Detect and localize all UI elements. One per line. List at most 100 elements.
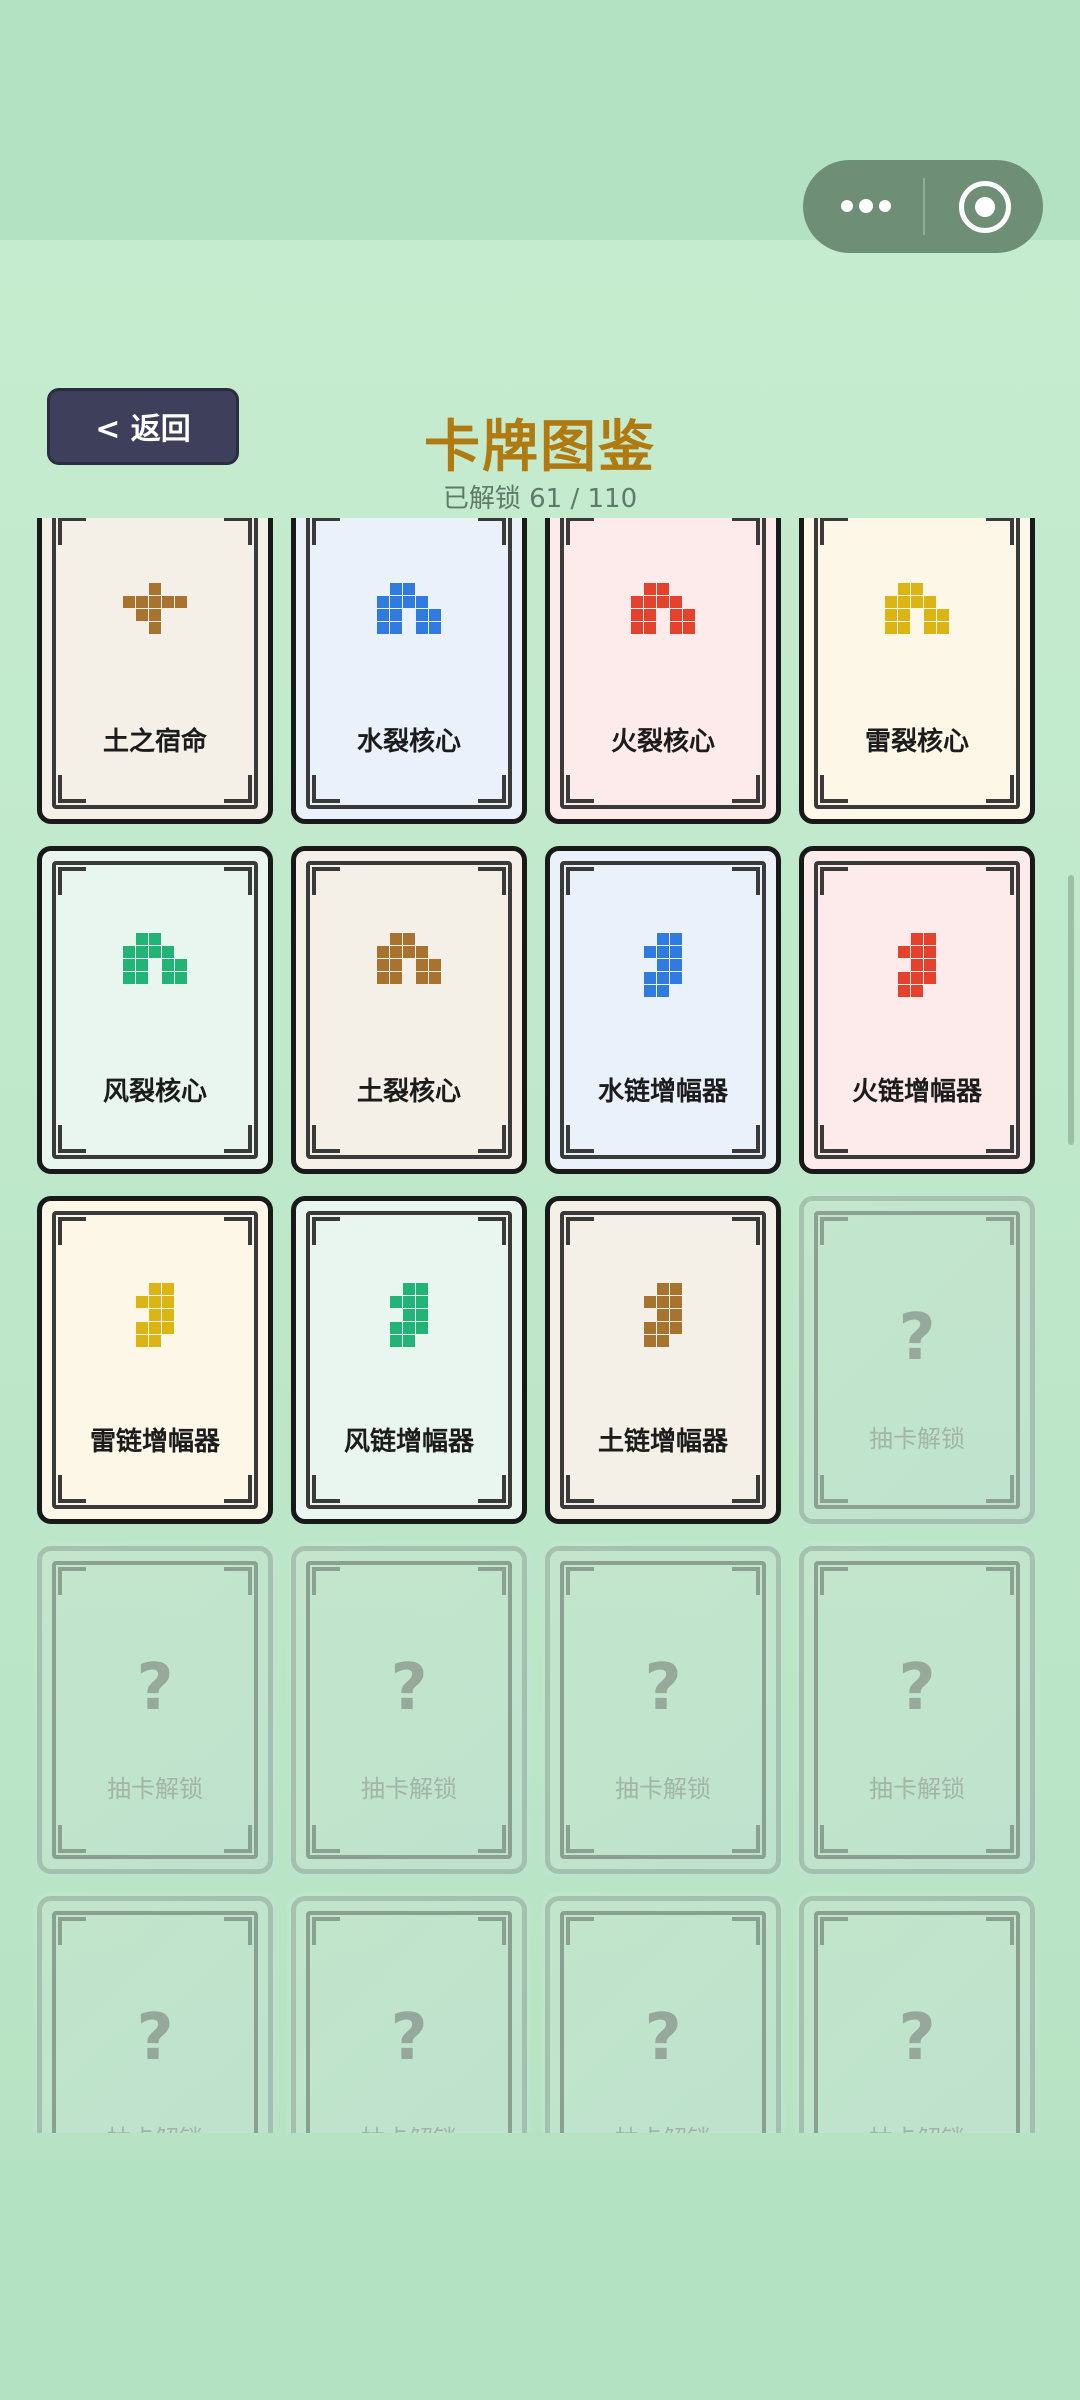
card-frame — [560, 1211, 766, 1509]
chain-amplifier-icon — [373, 1279, 445, 1351]
frame-corner-ornament — [312, 1217, 340, 1245]
card-name: 风链增幅器 — [343, 1427, 474, 1457]
card-name: 土之宿命 — [102, 727, 207, 757]
frame-corner-ornament — [312, 1567, 340, 1595]
frame-corner-ornament — [986, 867, 1014, 895]
card-unlocked[interactable]: 风裂核心 — [33, 842, 277, 1178]
locked-card-label: 抽卡解锁 — [869, 1425, 965, 1453]
frame-corner-ornament — [986, 1475, 1014, 1503]
locked-card-label: 抽卡解锁 — [296, 2119, 522, 2133]
frame-corner-ornament — [986, 1567, 1014, 1595]
scrollbar[interactable] — [1068, 875, 1074, 1145]
card-name: 火链增幅器 — [851, 1077, 982, 1107]
frame-corner-ornament — [478, 1825, 506, 1853]
card-grid-viewport[interactable]: 土之宿命 水裂核心 火裂核心 雷裂核心风裂核心 土裂核心 水链增幅器 火链增幅器雷链增幅器 风… — [0, 518, 1080, 2133]
card-frame — [52, 1211, 258, 1509]
frame-corner-ornament — [478, 1917, 506, 1945]
frame-corner-ornament — [732, 1125, 760, 1153]
card-unlocked[interactable]: 土之宿命 — [33, 518, 277, 828]
frame-corner-ornament — [224, 1125, 252, 1153]
question-mark-icon: ? — [390, 1651, 428, 1725]
frame-corner-ornament — [986, 1917, 1014, 1945]
frame-corner-ornament — [224, 1825, 252, 1853]
card-locked[interactable]: ? 抽卡解锁 — [795, 1192, 1039, 1528]
more-options-icon[interactable] — [835, 160, 895, 253]
frame-corner-ornament — [312, 518, 340, 545]
question-mark-icon: ? — [898, 1301, 936, 1375]
card-unlocked[interactable]: 土链增幅器 — [541, 1192, 785, 1528]
card-locked[interactable]: ? 抽卡解锁 — [541, 1542, 785, 1878]
card-locked[interactable]: ? 抽卡解锁 — [287, 1542, 531, 1878]
frame-corner-ornament — [312, 1917, 340, 1945]
frame-corner-ornament — [566, 1475, 594, 1503]
frame-corner-ornament — [478, 867, 506, 895]
card-name: 水裂核心 — [356, 727, 461, 757]
card-unlocked[interactable]: 土裂核心 — [287, 842, 531, 1178]
card-frame — [814, 518, 1020, 809]
frame-corner-ornament — [224, 867, 252, 895]
card-name: 火裂核心 — [610, 727, 715, 757]
frame-corner-ornament — [820, 1125, 848, 1153]
locked-card-label: 抽卡解锁 — [869, 1775, 965, 1803]
card-frame — [306, 1211, 512, 1509]
card-name: 雷裂核心 — [864, 727, 969, 757]
chain-amplifier-icon — [627, 1279, 699, 1351]
frame-corner-ornament — [312, 1475, 340, 1503]
frame-corner-ornament — [732, 1475, 760, 1503]
frame-corner-ornament — [820, 1917, 848, 1945]
split-core-icon — [373, 579, 445, 651]
locked-card-label: 抽卡解锁 — [804, 2119, 1030, 2133]
frame-corner-ornament — [224, 1917, 252, 1945]
card-locked[interactable]: ? 抽卡解锁 — [795, 1542, 1039, 1878]
locked-card-label: 抽卡解锁 — [550, 2119, 776, 2133]
card-frame — [814, 861, 1020, 1159]
card-unlocked[interactable]: 火链增幅器 — [795, 842, 1039, 1178]
card-name: 雷链增幅器 — [89, 1427, 220, 1457]
question-mark-icon: ? — [136, 1651, 174, 1725]
frame-corner-ornament — [224, 1567, 252, 1595]
question-mark-icon: ? — [136, 2001, 174, 2075]
card-locked[interactable]: ? 抽卡解锁 — [541, 1892, 785, 2133]
card-unlocked[interactable]: 雷链增幅器 — [33, 1192, 277, 1528]
frame-corner-ornament — [58, 1217, 86, 1245]
question-mark-icon: ? — [644, 1651, 682, 1725]
destiny-icon — [119, 579, 191, 651]
frame-corner-ornament — [820, 518, 848, 545]
card-unlocked[interactable]: 水裂核心 — [287, 518, 531, 828]
frame-corner-ornament — [312, 1125, 340, 1153]
card-locked[interactable]: ? 抽卡解锁 — [287, 1892, 531, 2133]
split-core-icon — [119, 929, 191, 1001]
question-mark-icon: ? — [898, 2001, 936, 2075]
frame-corner-ornament — [566, 1217, 594, 1245]
card-frame — [560, 518, 766, 809]
frame-corner-ornament — [312, 775, 340, 803]
question-mark-icon: ? — [644, 2001, 682, 2075]
frame-corner-ornament — [58, 1825, 86, 1853]
card-frame — [52, 861, 258, 1159]
frame-corner-ornament — [986, 775, 1014, 803]
mini-program-capsule — [803, 160, 1043, 253]
frame-corner-ornament — [820, 1825, 848, 1853]
locked-card-label: 抽卡解锁 — [361, 1775, 457, 1803]
locked-card-label: 抽卡解锁 — [107, 1775, 203, 1803]
card-frame — [560, 861, 766, 1159]
card-frame — [306, 518, 512, 809]
close-mini-program-icon[interactable] — [959, 181, 1011, 233]
chain-amplifier-icon — [627, 929, 699, 1001]
frame-corner-ornament — [566, 1125, 594, 1153]
card-unlocked[interactable]: 风链增幅器 — [287, 1192, 531, 1528]
frame-corner-ornament — [58, 1475, 86, 1503]
frame-corner-ornament — [312, 1825, 340, 1853]
split-core-icon — [627, 579, 699, 651]
frame-corner-ornament — [986, 518, 1014, 545]
card-locked[interactable]: ? 抽卡解锁 — [33, 1542, 277, 1878]
frame-corner-ornament — [820, 775, 848, 803]
card-unlocked[interactable]: 雷裂核心 — [795, 518, 1039, 828]
card-locked[interactable]: ? 抽卡解锁 — [33, 1892, 277, 2133]
frame-corner-ornament — [732, 518, 760, 545]
frame-corner-ornament — [566, 518, 594, 545]
frame-corner-ornament — [732, 1567, 760, 1595]
card-unlocked[interactable]: 水链增幅器 — [541, 842, 785, 1178]
card-unlocked[interactable]: 火裂核心 — [541, 518, 785, 828]
card-locked[interactable]: ? 抽卡解锁 — [795, 1892, 1039, 2133]
